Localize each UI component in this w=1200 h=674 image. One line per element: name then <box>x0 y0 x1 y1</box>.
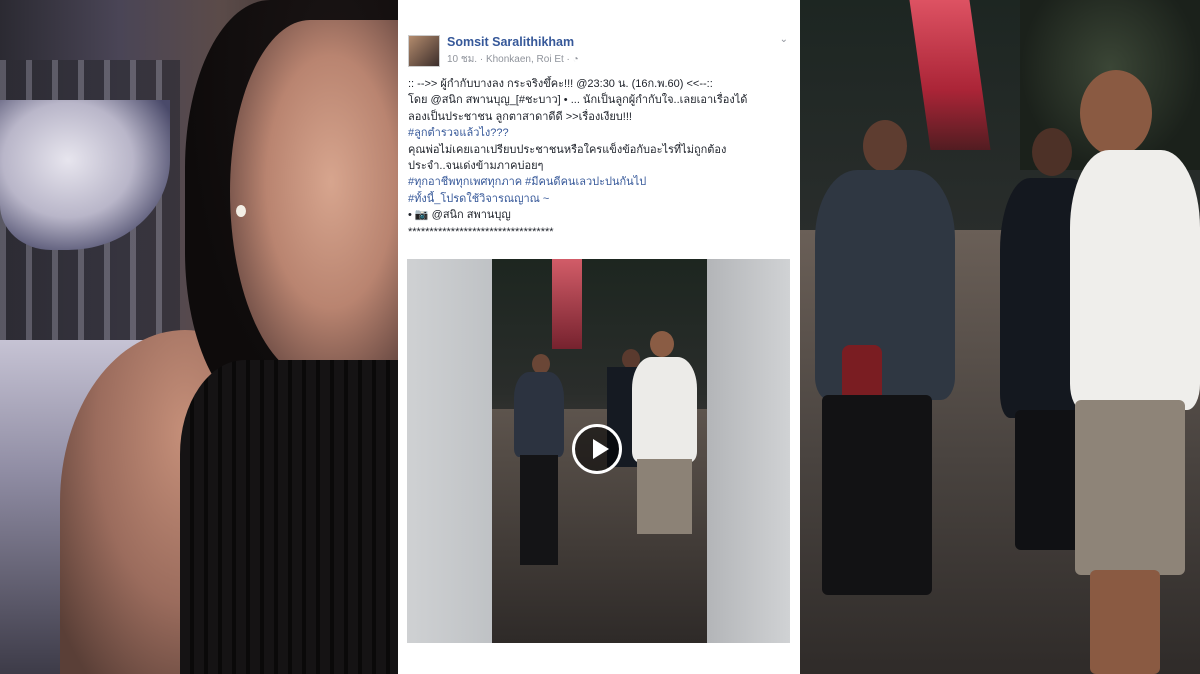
post-line: ประจำ..จนเด่งข้ามภาคบ่อยๆ <box>408 160 544 173</box>
man-pants <box>520 455 558 565</box>
post-line: โดย @สนิก สพานบุญ_[#ชะบาว] • ... นักเป็น… <box>408 94 748 107</box>
woman-dress <box>180 360 398 674</box>
man-shirt <box>815 170 955 400</box>
post-separator: ********************************** <box>408 225 554 238</box>
man-head <box>532 354 550 374</box>
neon-sign <box>552 259 582 349</box>
video-blur-right <box>707 259 790 643</box>
left-photo <box>0 0 398 674</box>
man-white-shirt <box>1070 150 1200 410</box>
post-meta: 10 ชม. · Khonkaen, Roi Et · ◔ <box>447 54 579 65</box>
man-shorts <box>1075 400 1185 575</box>
man-white-shirt <box>632 357 697 462</box>
post-hashtag-line[interactable]: #ทั้งนี้_โปรดใช้วิจารณญาณ ~ <box>408 191 790 207</box>
post-hashtag-line[interactable]: #ทุกอาชีพทุกเพศทุกภาค #มีคนดีคนเลวปะปนกั… <box>408 174 790 190</box>
post-photo-credit[interactable]: • 📷 @สนิก สพานบุญ <box>408 207 790 223</box>
avatar[interactable] <box>408 35 440 67</box>
man-head <box>1080 70 1152 156</box>
man-head <box>1032 128 1072 176</box>
post-line: ลองเป็นประชาชน ลูกตาสาดาดีดี >>เรื่องเงี… <box>408 110 632 123</box>
chevron-down-icon[interactable]: ⌄ <box>780 34 788 45</box>
man-legs <box>1090 570 1160 674</box>
post-line: คุณพ่อไม่เคยเอาเปรียบประชาชนหรือใครแข็งข… <box>408 143 727 156</box>
post-author[interactable]: Somsit Saralithikham <box>447 35 574 49</box>
post-line: :: -->> ผู้กำกับบางลง กระจริงขึ้คะ!!! @2… <box>408 78 713 90</box>
man-shorts <box>637 459 692 534</box>
man-head <box>863 120 907 172</box>
man-head <box>650 331 674 357</box>
play-icon[interactable] <box>572 424 622 474</box>
post-text: :: -->> ผู้กำกับบางลง กระจริงขึ้คะ!!! @2… <box>408 76 790 240</box>
video-player[interactable] <box>407 259 790 643</box>
facebook-post: Somsit Saralithikham 10 ชม. · Khonkaen, … <box>398 0 800 674</box>
post-header: Somsit Saralithikham 10 ชม. · Khonkaen, … <box>408 32 790 70</box>
post-hashtag-line[interactable]: #ลูกตำรวจแล้วไง??? <box>408 125 790 141</box>
neon-sign <box>909 0 991 150</box>
earring <box>236 205 246 217</box>
right-photo <box>800 0 1200 674</box>
man-pants <box>822 395 932 595</box>
man-shirt <box>514 372 564 457</box>
video-blur-left <box>407 259 492 643</box>
